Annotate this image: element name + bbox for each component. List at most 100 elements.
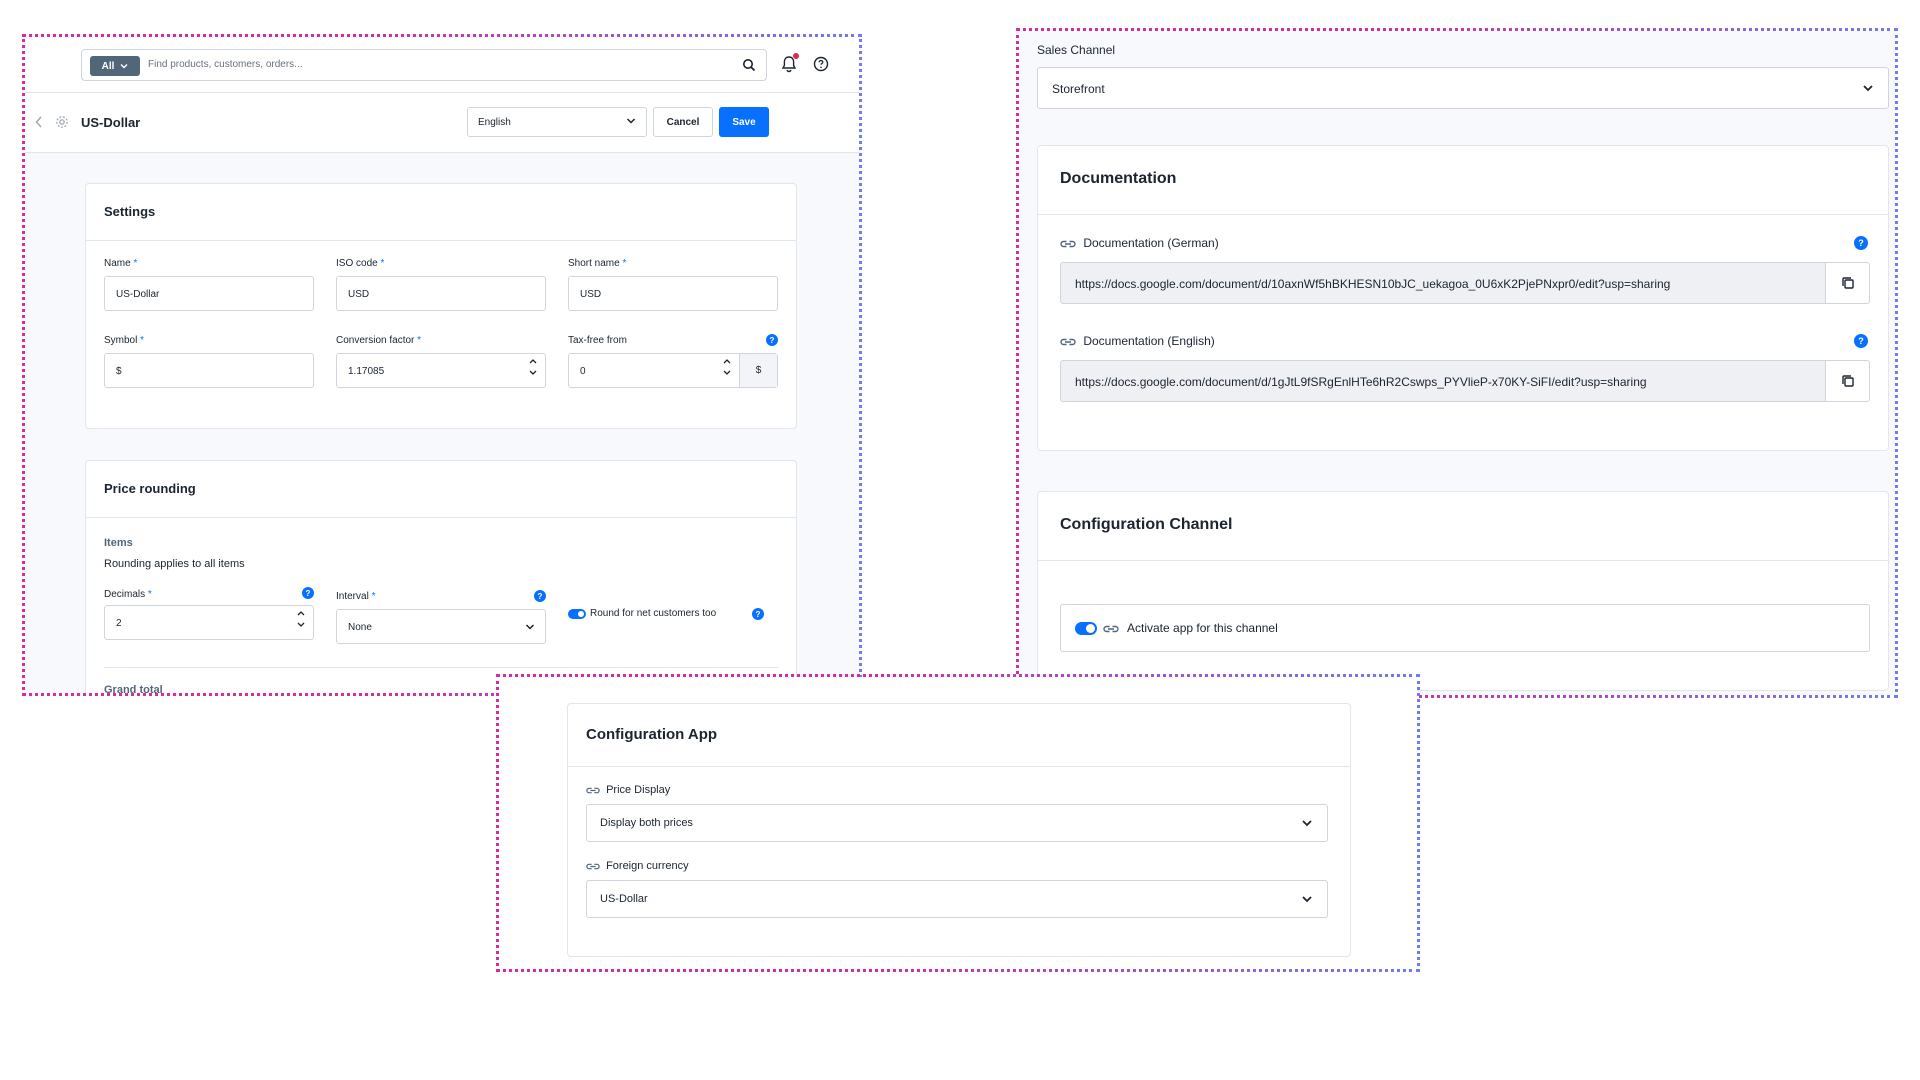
- chevron-down-icon[interactable]: [529, 370, 537, 376]
- tax-free-label: Tax-free from: [568, 335, 627, 346]
- iso-code-label: ISO code *: [336, 258, 385, 269]
- foreign-currency-label: Foreign currency: [586, 860, 689, 872]
- decimals-value: 2: [116, 618, 122, 629]
- search-scope-dropdown[interactable]: All: [90, 56, 140, 76]
- admin-currency-panel: All Find products, customers, orders... …: [22, 34, 862, 696]
- interval-label: Interval *: [336, 591, 376, 602]
- round-net-toggle[interactable]: [568, 609, 586, 619]
- decimals-label: Decimals *: [104, 589, 152, 600]
- language-value: English: [478, 117, 511, 128]
- chevron-down-icon: [525, 624, 535, 630]
- sales-channel-panel: Sales Channel Storefront Documentation D…: [1016, 28, 1898, 698]
- help-icon[interactable]: [813, 56, 829, 72]
- chevron-down-icon: [120, 64, 128, 69]
- doc-english-url: https://docs.google.com/document/d/1gJtL…: [1075, 375, 1647, 389]
- help-tooltip-icon[interactable]: ?: [1854, 236, 1868, 250]
- activate-app-toggle[interactable]: [1075, 622, 1097, 635]
- copy-button[interactable]: [1825, 361, 1869, 401]
- price-display-value: Display both prices: [600, 817, 693, 829]
- doc-english-url-field[interactable]: https://docs.google.com/document/d/1gJtL…: [1060, 360, 1870, 402]
- number-stepper[interactable]: [723, 358, 731, 376]
- link-icon: [1103, 625, 1119, 633]
- symbol-label: Symbol *: [104, 335, 145, 346]
- chevron-down-icon: [1863, 85, 1873, 92]
- doc-german-url: https://docs.google.com/document/d/10axn…: [1075, 277, 1671, 291]
- tax-free-field[interactable]: 0 $: [568, 353, 778, 388]
- symbol-field[interactable]: $: [104, 353, 314, 388]
- chevron-up-icon[interactable]: [529, 358, 537, 364]
- configuration-app-panel: Configuration App Price Display Display …: [496, 674, 1420, 972]
- items-heading: Items: [104, 537, 133, 549]
- items-description: Rounding applies to all items: [104, 558, 245, 570]
- search-icon[interactable]: [742, 58, 756, 72]
- copy-button[interactable]: [1825, 263, 1869, 303]
- number-stepper[interactable]: [297, 610, 305, 628]
- copy-icon: [1841, 375, 1854, 387]
- doc-german-url-field[interactable]: https://docs.google.com/document/d/10axn…: [1060, 262, 1870, 304]
- chevron-down-icon: [626, 118, 636, 124]
- doc-english-label: Documentation (English): [1060, 334, 1215, 348]
- chevron-left-icon[interactable]: [35, 116, 43, 128]
- chevron-up-icon[interactable]: [723, 358, 731, 364]
- interval-select[interactable]: None: [336, 609, 546, 644]
- divider: [1038, 560, 1888, 561]
- help-tooltip-icon[interactable]: ?: [1854, 334, 1868, 348]
- price-display-select[interactable]: Display both prices: [586, 804, 1328, 842]
- notifications-button[interactable]: [781, 53, 799, 78]
- page-header: US-Dollar English Cancel Save: [25, 93, 859, 153]
- name-field[interactable]: US-Dollar: [104, 276, 314, 311]
- language-select[interactable]: English: [467, 107, 647, 137]
- name-label: Name *: [104, 258, 138, 269]
- sales-channel-label: Sales Channel: [1037, 43, 1116, 57]
- top-bar: All Find products, customers, orders...: [25, 37, 859, 93]
- grand-total-heading: Grand total: [104, 684, 163, 693]
- settings-card: Settings Name * US-Dollar ISO code * USD…: [85, 183, 797, 429]
- help-tooltip-icon[interactable]: ?: [302, 587, 314, 599]
- chevron-down-icon: [1302, 820, 1312, 827]
- link-icon: [586, 863, 600, 869]
- decimals-field[interactable]: 2: [104, 605, 314, 640]
- short-name-field[interactable]: USD: [568, 276, 778, 311]
- chevron-up-icon[interactable]: [297, 610, 305, 616]
- documentation-title: Documentation: [1060, 170, 1177, 187]
- global-search[interactable]: All Find products, customers, orders...: [81, 49, 767, 81]
- divider: [86, 240, 796, 241]
- conversion-factor-value: 1.17085: [348, 366, 385, 377]
- chevron-down-icon[interactable]: [723, 370, 731, 376]
- number-stepper[interactable]: [529, 358, 537, 376]
- foreign-currency-select[interactable]: US-Dollar: [586, 880, 1328, 918]
- activate-app-row[interactable]: Activate app for this channel: [1060, 604, 1870, 652]
- help-tooltip-icon[interactable]: ?: [766, 334, 778, 346]
- chevron-down-icon: [1302, 896, 1312, 903]
- gear-icon: [56, 116, 68, 128]
- sales-channel-select[interactable]: Storefront: [1037, 67, 1889, 109]
- sales-channel-value: Storefront: [1052, 82, 1105, 96]
- link-icon: [586, 787, 600, 793]
- documentation-card: Documentation Documentation (German) ? h…: [1037, 145, 1889, 451]
- configuration-channel-card: Configuration Channel Activate app for t…: [1037, 491, 1889, 691]
- conversion-factor-label: Conversion factor *: [336, 335, 422, 346]
- price-rounding-title: Price rounding: [104, 481, 196, 496]
- chevron-down-icon[interactable]: [297, 622, 305, 628]
- iso-code-field[interactable]: USD: [336, 276, 546, 311]
- tax-free-value: 0: [580, 366, 586, 377]
- conversion-factor-field[interactable]: 1.17085: [336, 353, 546, 388]
- configuration-app-card: Configuration App Price Display Display …: [567, 703, 1351, 957]
- help-tooltip-icon[interactable]: ?: [752, 608, 764, 620]
- search-placeholder[interactable]: Find products, customers, orders...: [148, 59, 303, 70]
- short-name-label: Short name *: [568, 258, 627, 269]
- copy-icon: [1841, 277, 1854, 289]
- divider: [104, 667, 778, 668]
- help-tooltip-icon[interactable]: ?: [534, 590, 546, 602]
- round-net-label: Round for net customers too: [590, 608, 717, 619]
- cancel-button[interactable]: Cancel: [653, 107, 713, 137]
- foreign-currency-value: US-Dollar: [600, 893, 648, 905]
- link-icon: [1060, 338, 1076, 346]
- price-display-label: Price Display: [586, 784, 670, 796]
- interval-value: None: [348, 622, 372, 633]
- divider: [568, 766, 1350, 767]
- settings-title: Settings: [104, 204, 156, 219]
- save-button[interactable]: Save: [719, 107, 769, 137]
- configuration-app-title: Configuration App: [586, 726, 718, 743]
- divider: [86, 517, 796, 518]
